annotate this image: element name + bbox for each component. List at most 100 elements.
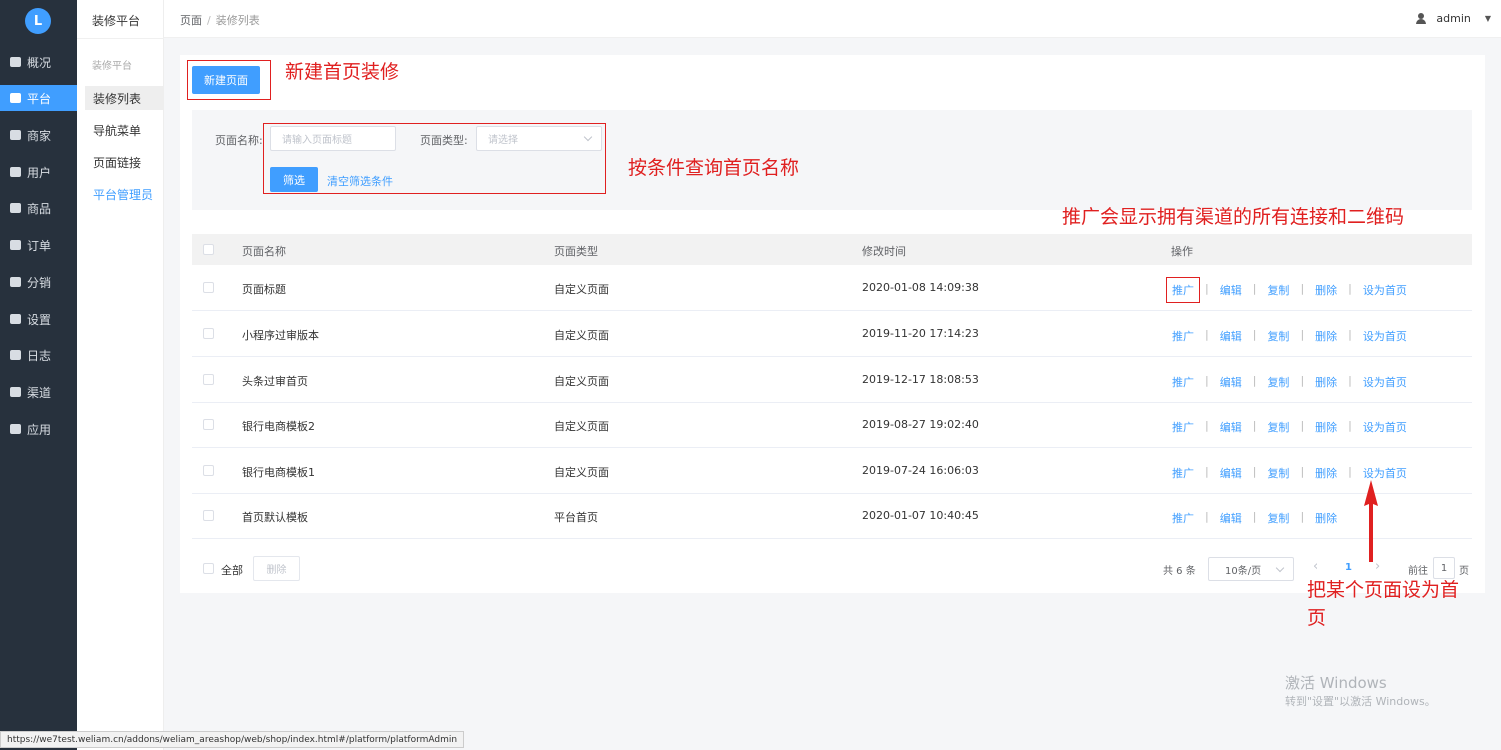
- nav-item-apps[interactable]: 应用: [0, 416, 77, 442]
- promote-link[interactable]: 推广: [1172, 419, 1194, 435]
- set-home-link[interactable]: 设为首页: [1363, 374, 1407, 390]
- prev-page-button[interactable]: ‹: [1313, 559, 1318, 574]
- nav-item-settings[interactable]: 设置: [0, 306, 77, 332]
- edit-link[interactable]: 编辑: [1220, 419, 1242, 435]
- channel-icon: [10, 387, 21, 397]
- subnav-item-nav-menu[interactable]: 导航菜单: [85, 118, 163, 142]
- nav-item-overview[interactable]: 概况: [0, 49, 77, 75]
- screen-icon: [10, 93, 21, 103]
- table-row: 小程序过审版本 自定义页面 2019-11-20 17:14:23 推广 | 编辑…: [192, 311, 1472, 357]
- modified-time-cell: 2019-08-27 19:02:40: [862, 418, 979, 431]
- chevron-down-icon: [1275, 563, 1285, 573]
- annotation-box-new-page: [187, 60, 271, 100]
- subnav-item-decoration-list[interactable]: 装修列表: [85, 86, 163, 110]
- select-all-checkbox[interactable]: [203, 244, 214, 255]
- delete-link[interactable]: 删除: [1315, 465, 1337, 481]
- table-row: 银行电商模板1 自定义页面 2019-07-24 16:06:03 推广 | 编辑…: [192, 448, 1472, 494]
- breadcrumb-current: 装修列表: [215, 14, 260, 27]
- row-checkbox[interactable]: [203, 419, 214, 430]
- nav-item-channel[interactable]: 渠道: [0, 379, 77, 405]
- log-icon: [10, 350, 21, 360]
- status-bar-url: https://we7test.weliam.cn/addons/weliam_…: [0, 731, 465, 748]
- user-icon: [10, 167, 21, 177]
- column-header-actions: 操作: [1171, 245, 1193, 258]
- breadcrumb-separator: /: [207, 14, 211, 27]
- apps-icon: [10, 424, 21, 434]
- copy-link[interactable]: 复制: [1267, 465, 1289, 481]
- goods-icon: [10, 203, 21, 213]
- table-header: 页面名称 页面类型 修改时间 操作: [192, 234, 1472, 265]
- copy-link[interactable]: 复制: [1267, 328, 1289, 344]
- nav-item-platform[interactable]: 平台: [0, 85, 77, 111]
- username: admin: [1436, 12, 1471, 25]
- subnav-item-page-links[interactable]: 页面链接: [85, 150, 163, 174]
- top-header: 页面 / 装修列表 admin ▼: [164, 0, 1501, 38]
- copy-link[interactable]: 复制: [1267, 419, 1289, 435]
- page-name-cell: 页面标题: [242, 283, 286, 296]
- user-menu[interactable]: admin ▼: [1416, 12, 1491, 25]
- breadcrumb-root[interactable]: 页面: [180, 14, 202, 27]
- page-name-cell: 头条过审首页: [242, 375, 308, 388]
- delete-link[interactable]: 删除: [1315, 374, 1337, 390]
- order-icon: [10, 240, 21, 250]
- promote-link[interactable]: 推广: [1172, 374, 1194, 390]
- monitor-icon: [10, 57, 21, 67]
- edit-link[interactable]: 编辑: [1220, 510, 1242, 526]
- set-home-link[interactable]: 设为首页: [1363, 282, 1407, 298]
- edit-link[interactable]: 编辑: [1220, 374, 1242, 390]
- activation-watermark-subtitle: 转到"设置"以激活 Windows。: [1285, 695, 1436, 708]
- row-checkbox[interactable]: [203, 510, 214, 521]
- edit-link[interactable]: 编辑: [1220, 465, 1242, 481]
- goto-label: 前往: [1408, 566, 1428, 577]
- annotation-set-home: 把某个页面设为首 页: [1307, 576, 1459, 632]
- nav-item-order[interactable]: 订单: [0, 232, 77, 258]
- nav-item-user[interactable]: 用户: [0, 159, 77, 185]
- promote-link[interactable]: 推广: [1172, 328, 1194, 344]
- row-checkbox[interactable]: [203, 282, 214, 293]
- set-home-link[interactable]: 设为首页: [1363, 419, 1407, 435]
- page-number-current[interactable]: 1: [1345, 562, 1352, 573]
- page-type-cell: 自定义页面: [554, 375, 609, 388]
- bulk-select-checkbox[interactable]: [203, 563, 214, 574]
- row-actions: 推广 | 编辑 | 复制 | 删除 | 设为首页: [1172, 328, 1407, 344]
- annotation-set-home-line1: 把某个页面设为首: [1307, 579, 1460, 601]
- promote-link[interactable]: 推广: [1172, 510, 1194, 526]
- nav-item-log[interactable]: 日志: [0, 342, 77, 368]
- row-actions: 推广 | 编辑 | 复制 | 删除 | 设为首页: [1172, 465, 1407, 481]
- page-name-cell: 首页默认模板: [242, 511, 308, 524]
- row-actions: 推广 | 编辑 | 复制 | 删除 | 设为首页: [1172, 374, 1407, 390]
- edit-link[interactable]: 编辑: [1220, 328, 1242, 344]
- copy-link[interactable]: 复制: [1267, 282, 1289, 298]
- row-checkbox[interactable]: [203, 374, 214, 385]
- row-checkbox[interactable]: [203, 465, 214, 476]
- annotation-set-home-line2: 页: [1307, 607, 1327, 629]
- modified-time-cell: 2019-07-24 16:06:03: [862, 464, 979, 477]
- page-name-cell: 小程序过审版本: [242, 329, 319, 342]
- page-name-cell: 银行电商模板2: [242, 420, 315, 433]
- page-size-select[interactable]: 10条/页: [1208, 557, 1294, 581]
- copy-link[interactable]: 复制: [1267, 374, 1289, 390]
- bulk-delete-button[interactable]: 删除: [253, 556, 300, 581]
- logo-icon[interactable]: L: [25, 8, 51, 34]
- modified-time-cell: 2019-11-20 17:14:23: [862, 327, 979, 340]
- delete-link[interactable]: 删除: [1315, 328, 1337, 344]
- row-checkbox[interactable]: [203, 328, 214, 339]
- promote-link[interactable]: 推广: [1172, 465, 1194, 481]
- user-icon: [1416, 13, 1427, 24]
- table-row: 页面标题 自定义页面 2020-01-08 14:09:38 推广 | 编辑 | 复…: [192, 265, 1472, 311]
- nav-item-goods[interactable]: 商品: [0, 195, 77, 221]
- set-home-link[interactable]: 设为首页: [1363, 465, 1407, 481]
- page-type-cell: 自定义页面: [554, 283, 609, 296]
- delete-link[interactable]: 删除: [1315, 419, 1337, 435]
- edit-link[interactable]: 编辑: [1220, 282, 1242, 298]
- nav-item-merchant[interactable]: 商家: [0, 122, 77, 148]
- gear-icon: [10, 314, 21, 324]
- delete-link[interactable]: 删除: [1315, 510, 1337, 526]
- copy-link[interactable]: 复制: [1267, 510, 1289, 526]
- nav-item-distribution[interactable]: 分销: [0, 269, 77, 295]
- set-home-link[interactable]: 设为首页: [1363, 328, 1407, 344]
- subnav-item-platform-admin[interactable]: 平台管理员: [85, 182, 163, 206]
- table-row: 首页默认模板 平台首页 2020-01-07 10:40:45 推广 | 编辑 | …: [192, 493, 1472, 539]
- page-type-cell: 自定义页面: [554, 420, 609, 433]
- delete-link[interactable]: 删除: [1315, 282, 1337, 298]
